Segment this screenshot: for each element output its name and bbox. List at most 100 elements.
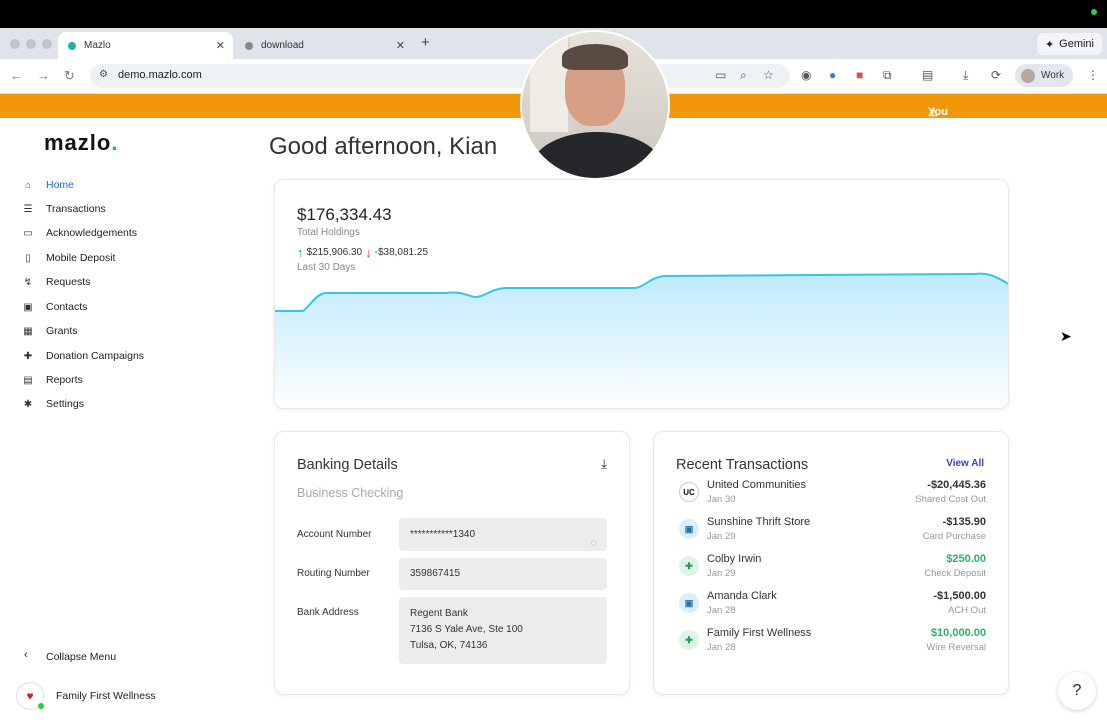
sidebar-item-contacts[interactable]: ▣ Contacts xyxy=(0,296,176,318)
transaction-row[interactable]: ▣ Amanda Clark Jan 28 -$1,500.00 ACH Out xyxy=(654,588,1008,620)
holdings-card: $176,334.43 Total Holdings ↑ $215,906.30… xyxy=(274,179,1009,409)
site-info-icon[interactable]: ⚙ xyxy=(99,69,108,80)
banking-details-title: Banking Details xyxy=(297,457,398,473)
sidebar-item-reports[interactable]: ▤ Reports xyxy=(0,369,176,391)
cast-icon[interactable]: ▭ xyxy=(715,68,726,82)
organization-switcher[interactable]: ♥ Family First Wellness xyxy=(16,682,176,710)
window-controls xyxy=(10,39,52,49)
transaction-amount: $10,000.00 xyxy=(930,627,986,639)
menu-kebab-icon[interactable]: ⋮ xyxy=(1087,68,1099,82)
help-button[interactable]: ? xyxy=(1058,672,1096,710)
uc-logo-icon: UC xyxy=(679,482,699,502)
transaction-date: Jan 28 xyxy=(707,605,736,616)
holdings-deltas: ↑ $215,906.30 ↓ -$38,081.25 xyxy=(297,245,428,260)
transaction-type: Wire Reversal xyxy=(926,642,986,653)
donation-hand-icon: ✚ xyxy=(679,556,699,576)
account-number-label: Account Number xyxy=(297,529,372,540)
account-number-field: ***********1340 ◌ xyxy=(399,518,607,551)
contact-card-icon: ▣ xyxy=(679,519,699,539)
download-icon[interactable]: ⤓ xyxy=(963,68,968,83)
recent-transactions-title: Recent Transactions xyxy=(676,457,809,473)
holdings-area-chart xyxy=(275,272,1008,408)
bank-address-line: Tulsa, OK, 74136 xyxy=(410,640,488,651)
zoom-icon[interactable]: ⌕ xyxy=(740,68,747,83)
avatar xyxy=(1021,68,1035,83)
arrow-down-icon: ↓ xyxy=(365,245,372,260)
reload-icon[interactable]: ↻ xyxy=(64,68,75,84)
total-holdings-label: Total Holdings xyxy=(297,227,360,238)
sidebar-item-label: Reports xyxy=(46,374,83,386)
new-tab-button[interactable]: + xyxy=(421,34,430,51)
sidebar-item-settings[interactable]: ✱ Settings xyxy=(0,393,176,415)
webcam-background-door xyxy=(530,32,570,132)
sidebar-item-requests[interactable]: ↯ Requests xyxy=(0,271,176,293)
extension-icon[interactable]: ■ xyxy=(856,68,863,82)
sidebar: mazlo. ⌂ Home ☰ Transactions ▭ Acknowled… xyxy=(0,118,176,720)
card-icon: ▭ xyxy=(23,227,33,239)
recent-transactions-card: Recent Transactions View All UC United C… xyxy=(653,431,1009,695)
extension-icon[interactable]: ◉ xyxy=(801,68,811,82)
eye-off-icon[interactable]: ◌ xyxy=(590,527,597,560)
puzzle-icon[interactable]: ⧉ xyxy=(883,68,892,83)
total-holdings-amount: $176,334.43 xyxy=(297,205,392,224)
url-text[interactable]: demo.mazlo.com xyxy=(118,69,202,81)
home-icon: ⌂ xyxy=(24,179,32,191)
routing-number-value: 359867415 xyxy=(410,568,461,579)
inflow-amount: $215,906.30 xyxy=(306,247,363,258)
collapse-menu-button[interactable]: ‹ Collapse Menu xyxy=(0,645,176,667)
sidebar-item-label: Settings xyxy=(46,398,84,410)
transaction-name: Colby Irwin xyxy=(707,553,762,565)
profile-label: Work xyxy=(1041,70,1065,81)
transaction-type: ACH Out xyxy=(947,605,986,616)
sidebar-item-transactions[interactable]: ☰ Transactions xyxy=(0,198,176,220)
transaction-date: Jan 29 xyxy=(707,568,736,579)
minimize-window-button[interactable] xyxy=(26,39,36,49)
sidebar-item-grants[interactable]: ▦ Grants xyxy=(0,320,176,342)
profile-button[interactable]: Work xyxy=(1015,64,1073,87)
close-window-button[interactable] xyxy=(10,39,20,49)
transaction-amount: -$135.90 xyxy=(942,516,986,528)
webcam-overlay[interactable] xyxy=(520,30,670,180)
donation-icon: ✚ xyxy=(23,350,33,362)
transaction-name: United Communities xyxy=(707,479,807,491)
transaction-type: Shared Cost Out xyxy=(915,494,986,505)
sparkle-icon: ✦ xyxy=(1044,38,1055,51)
back-icon[interactable]: ← xyxy=(10,68,23,83)
close-tab-icon[interactable]: ✕ xyxy=(396,39,405,52)
check-icon: ▯ xyxy=(25,252,31,264)
bookmark-star-icon[interactable]: ☆ xyxy=(763,68,774,82)
bank-address-line: Regent Bank xyxy=(410,608,468,619)
sync-icon[interactable]: ⟳ xyxy=(991,68,1001,82)
request-icon: ↯ xyxy=(23,276,33,288)
transaction-row[interactable]: ▣ Sunshine Thrift Store Jan 29 -$135.90 … xyxy=(654,514,1008,546)
close-tab-icon[interactable]: ✕ xyxy=(216,39,225,52)
outflow-amount: -$38,081.25 xyxy=(374,247,429,258)
sidebar-item-acknowledgements[interactable]: ▭ Acknowledgements xyxy=(0,222,176,244)
view-all-link[interactable]: View All xyxy=(946,458,984,469)
gemini-button[interactable]: ✦ Gemini xyxy=(1036,33,1102,55)
account-number-value: ***********1340 xyxy=(410,529,476,540)
org-name: Family First Wellness xyxy=(56,690,156,702)
tab-download[interactable]: download ✕ xyxy=(235,32,413,59)
transaction-row[interactable]: ✚ Colby Irwin Jan 29 $250.00 Check Depos… xyxy=(654,551,1008,583)
sidebar-item-mobile-deposit[interactable]: ▯ Mobile Deposit xyxy=(0,247,176,269)
gear-icon: ✱ xyxy=(23,398,33,410)
sidebar-item-label: Transactions xyxy=(46,203,106,215)
tab-mazlo[interactable]: Mazlo ✕ xyxy=(58,32,233,59)
transaction-row[interactable]: ✚ Family First Wellness Jan 28 $10,000.0… xyxy=(654,625,1008,657)
side-panel-icon[interactable]: ▤ xyxy=(922,68,933,82)
logo-text: mazlo xyxy=(44,130,112,155)
transaction-row[interactable]: UC United Communities Jan 30 -$20,445.36… xyxy=(654,477,1008,509)
maximize-window-button[interactable] xyxy=(42,39,52,49)
forward-icon[interactable]: → xyxy=(37,68,50,83)
address-bar[interactable]: ⚙ demo.mazlo.com xyxy=(90,64,790,88)
extension-icon[interactable]: ● xyxy=(829,68,836,82)
transaction-date: Jan 29 xyxy=(707,531,736,542)
download-icon[interactable]: ⤓ xyxy=(601,456,607,472)
transaction-amount: -$20,445.36 xyxy=(927,479,986,491)
transaction-name: Family First Wellness xyxy=(707,627,812,639)
sidebar-item-home[interactable]: ⌂ Home xyxy=(0,174,176,196)
sidebar-item-donation-campaigns[interactable]: ✚ Donation Campaigns xyxy=(0,345,176,367)
mazlo-logo[interactable]: mazlo. xyxy=(44,130,118,156)
transaction-type: Card Purchase xyxy=(922,531,986,542)
